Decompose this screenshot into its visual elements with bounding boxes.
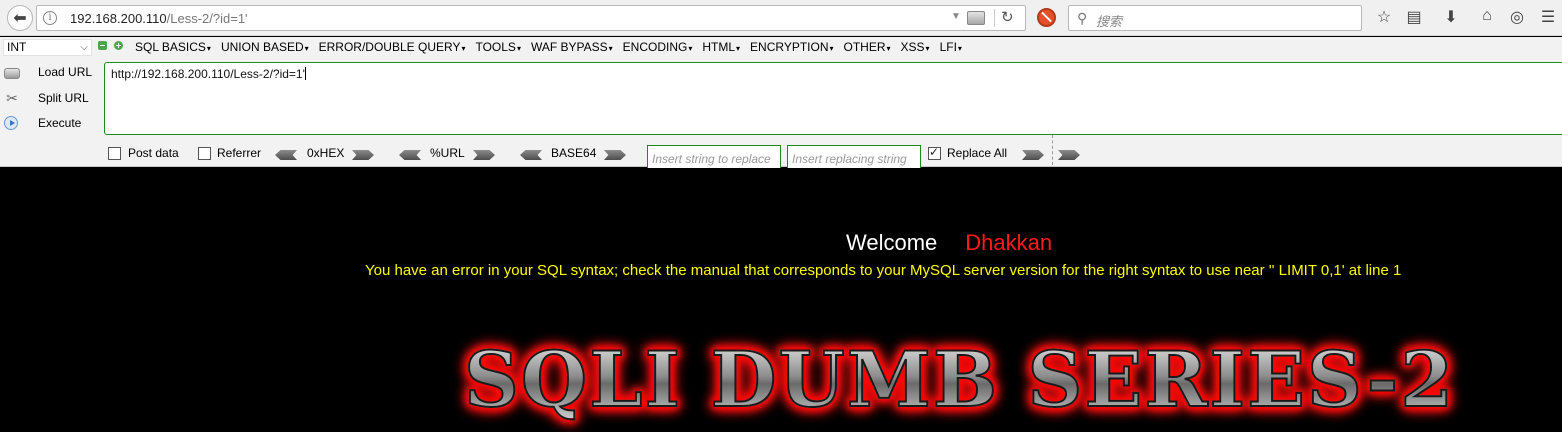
browser-toolbar: ⬅ i 192.168.200.110/Less-2/?id=1' ▼ ↻ ⚲ …: [0, 0, 1562, 36]
back-button[interactable]: ⬅: [7, 5, 33, 31]
addon-icon[interactable]: ◎: [1507, 7, 1527, 27]
menu-union-based[interactable]: UNION BASED: [221, 40, 309, 54]
dashed-separator: [1052, 135, 1053, 165]
download-icon[interactable]: ⬇: [1441, 7, 1461, 27]
url-encode-arrow-icon[interactable]: [473, 150, 495, 160]
menu-xss[interactable]: XSS: [901, 40, 930, 54]
base64-encode-arrow-icon[interactable]: [604, 150, 626, 160]
search-icon: ⚲: [1077, 10, 1088, 26]
history-dropdown-icon[interactable]: ▼: [951, 11, 961, 22]
type-select-value: INT: [7, 40, 27, 54]
replace-all-label: Replace All: [947, 146, 1008, 160]
hackbar-menu: SQL BASICS UNION BASED ERROR/DOUBLE QUER…: [135, 40, 972, 54]
post-data-checkbox[interactable]: [108, 147, 121, 160]
type-select[interactable]: INT ⌵: [3, 39, 92, 56]
play-icon: [4, 116, 18, 130]
page-content: Welcome Dhakkan You have an error in your…: [0, 168, 1562, 432]
home-icon[interactable]: ⌂: [1477, 7, 1497, 25]
chevron-down-icon: ⌵: [80, 42, 88, 53]
menu-encoding[interactable]: ENCODING: [623, 40, 693, 54]
reload-icon[interactable]: ↻: [1001, 8, 1014, 26]
replace-all-checkbox[interactable]: [928, 145, 941, 160]
back-arrow-icon: ⬅: [13, 10, 27, 27]
split-url-button[interactable]: ✂ Split URL: [4, 88, 89, 108]
menu-other[interactable]: OTHER: [844, 40, 891, 54]
hackbar-panel: INT ⌵ SQL BASICS UNION BASED ERROR/DOUBL…: [0, 37, 1562, 172]
replace-arrow-icon[interactable]: [1022, 150, 1044, 160]
sql-error-message: You have an error in your SQL syntax; ch…: [365, 262, 1402, 279]
menu-icon[interactable]: ☰: [1538, 7, 1558, 27]
address-bar[interactable]: i 192.168.200.110/Less-2/?id=1' ▼ ↻: [36, 5, 1026, 31]
noscript-icon[interactable]: [1037, 8, 1056, 27]
execute-label: Execute: [38, 116, 82, 130]
info-icon[interactable]: i: [43, 11, 57, 25]
network-icon[interactable]: [967, 11, 985, 25]
plus-icon[interactable]: [114, 41, 123, 50]
minus-icon[interactable]: [98, 41, 107, 50]
url-enc-label: %URL: [430, 146, 465, 160]
welcome-text: Welcome: [846, 230, 938, 255]
load-url-label: Load URL: [38, 65, 93, 79]
series-banner: SQLI DUMB SERIES-2: [463, 335, 1456, 424]
url-host: 192.168.200.110: [70, 11, 167, 26]
text-caret: [304, 67, 306, 80]
url-textarea[interactable]: http://192.168.200.110/Less-2/?id=1': [104, 62, 1562, 135]
load-url-button[interactable]: Load URL: [4, 62, 92, 82]
replace-next-arrow-icon[interactable]: [1058, 150, 1080, 160]
menu-lfi[interactable]: LFI: [940, 40, 962, 54]
menu-encryption[interactable]: ENCRYPTION: [750, 40, 833, 54]
post-data-label: Post data: [128, 146, 179, 160]
referrer-label: Referrer: [217, 146, 262, 160]
url-decode-arrow-icon[interactable]: [399, 150, 421, 160]
reading-list-icon[interactable]: ▤: [1404, 7, 1424, 27]
search-box[interactable]: ⚲ 搜索: [1068, 5, 1362, 31]
address-text[interactable]: 192.168.200.110/Less-2/?id=1': [70, 11, 248, 26]
menu-tools[interactable]: TOOLS: [475, 40, 520, 54]
split-url-label: Split URL: [38, 91, 89, 105]
menu-waf-bypass[interactable]: WAF BYPASS: [531, 40, 613, 54]
welcome-line: Welcome Dhakkan: [846, 230, 1052, 256]
address-separator: [994, 9, 995, 27]
menu-html[interactable]: HTML: [702, 40, 740, 54]
username-text: Dhakkan: [965, 230, 1053, 255]
search-placeholder: 搜索: [1096, 14, 1123, 29]
url-path: /Less-2/?id=1': [166, 11, 248, 26]
url-textarea-value: http://192.168.200.110/Less-2/?id=1': [111, 67, 305, 81]
bookmark-star-icon[interactable]: ☆: [1374, 7, 1394, 27]
hex-label: 0xHEX: [307, 146, 345, 160]
scissors-icon: ✂: [6, 90, 18, 106]
hex-encode-arrow-icon[interactable]: [352, 150, 374, 160]
referrer-checkbox[interactable]: [198, 147, 211, 160]
base64-decode-arrow-icon[interactable]: [520, 150, 542, 160]
execute-button[interactable]: Execute: [4, 113, 81, 133]
load-url-icon: [4, 67, 20, 79]
base64-label: BASE64: [551, 146, 597, 160]
menu-sql-basics[interactable]: SQL BASICS: [135, 40, 211, 54]
hex-decode-arrow-icon[interactable]: [275, 150, 297, 160]
menu-error-double-query[interactable]: ERROR/DOUBLE QUERY: [319, 40, 466, 54]
